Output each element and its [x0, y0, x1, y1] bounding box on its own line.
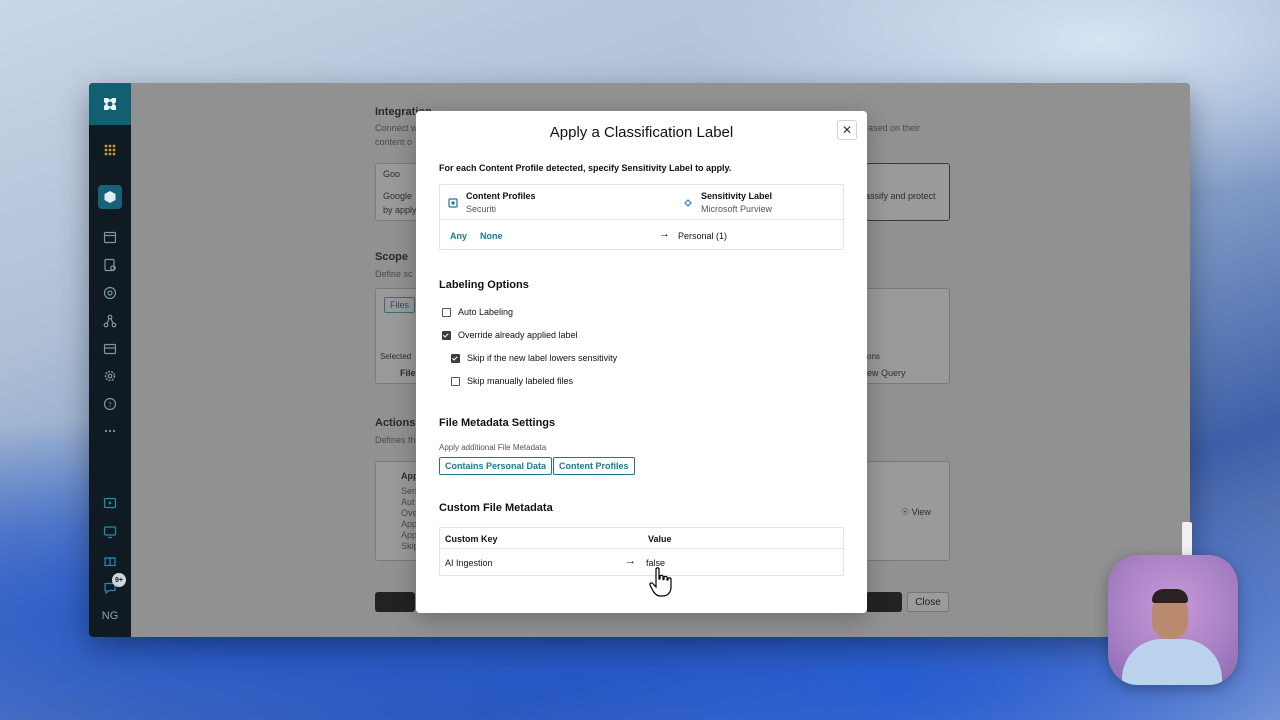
table-divider — [440, 219, 843, 220]
override-label-label: Override already applied label — [458, 330, 578, 340]
auto-labeling-checkbox[interactable] — [442, 307, 451, 317]
custom-key-header: Custom Key — [445, 534, 498, 544]
svg-text:?: ? — [108, 401, 112, 409]
integration-subtitle-2: content o — [375, 137, 413, 147]
skip-manual-option[interactable]: Skip manually labeled files — [451, 376, 573, 386]
skip-lowers-label: Skip if the new label lowers sensitivity — [467, 353, 618, 363]
profile-label-mapping-table: Content Profiles Securiti Sensitivity La… — [439, 184, 844, 250]
scope-title: Scope — [375, 251, 409, 263]
graph-nodes-icon[interactable] — [100, 311, 120, 331]
actions-subtitle: Defines th — [375, 435, 416, 445]
none-tag[interactable]: None — [480, 231, 503, 241]
classification-label-dialog: Apply a Classification Label ✕ For each … — [416, 111, 867, 613]
primary-action-button[interactable] — [375, 592, 415, 612]
skip-manual-label: Skip manually labeled files — [467, 376, 574, 386]
custom-metadata-header-row — [440, 528, 843, 549]
labeling-options-title: Labeling Options — [439, 279, 529, 291]
privacy-icon[interactable] — [100, 283, 120, 303]
calendar-icon[interactable] — [100, 227, 120, 247]
actions-view-label: View — [911, 507, 931, 517]
actions-line-2: Aut — [401, 497, 415, 507]
monitor-icon[interactable] — [100, 522, 120, 542]
file-metadata-subtitle: Apply additional File Metadata — [439, 443, 547, 452]
auto-labeling-option[interactable]: Auto Labeling — [442, 307, 513, 317]
override-label-checkbox[interactable] — [442, 330, 451, 340]
document-check-icon[interactable] — [100, 255, 120, 275]
content-profiles-header: Content Profiles — [466, 191, 536, 201]
auto-labeling-label: Auto Labeling — [458, 307, 514, 317]
presenter-body — [1122, 639, 1222, 685]
integration-card-line2: by apply — [383, 205, 417, 215]
custom-metadata-title: Custom File Metadata — [439, 502, 553, 514]
help-icon[interactable]: ? — [100, 394, 120, 414]
integration-card-right-text: assify and protect — [865, 191, 936, 201]
left-nav-rail: ? 9+ NG — [89, 83, 131, 637]
sensitivity-label-header: Sensitivity Label — [701, 191, 773, 201]
contains-personal-data-chip[interactable]: Contains Personal Data — [439, 457, 553, 475]
actions-title: Actions — [375, 417, 416, 429]
skip-lowers-option[interactable]: Skip if the new label lowers sensitivity — [451, 353, 617, 363]
scope-file-label: File — [400, 368, 416, 378]
custom-key-cell[interactable]: AI Ingestion — [445, 558, 493, 568]
integration-subtitle-right: ased on their — [868, 123, 921, 133]
integration-card-title: Goo — [383, 169, 401, 179]
sensitivity-label-source: Microsoft Purview — [701, 204, 773, 214]
integration-subtitle: Connect w — [375, 123, 418, 133]
scope-subtitle: Define sc — [375, 269, 413, 279]
close-button[interactable]: Close — [907, 592, 949, 612]
content-profiles-chip[interactable]: Content Profiles — [553, 457, 635, 475]
scope-files-chip[interactable]: Files — [384, 297, 416, 313]
hand-pointer-icon — [649, 567, 672, 597]
card-icon[interactable] — [100, 339, 120, 359]
skip-manual-checkbox[interactable] — [451, 376, 460, 386]
gift-icon[interactable] — [100, 550, 120, 570]
any-tag[interactable]: Any — [450, 231, 467, 241]
scope-selected-label: Selected — [380, 352, 412, 361]
override-label-option[interactable]: Override already applied label — [442, 330, 578, 340]
data-command-icon[interactable] — [98, 185, 122, 209]
integration-card-line1: Google — [383, 191, 413, 201]
eye-icon: ☉ — [901, 507, 912, 517]
webcam-overlay — [1108, 555, 1238, 685]
dialog-intro: For each Content Profile detected, speci… — [439, 163, 732, 173]
arrow-right-icon: → — [625, 555, 636, 567]
skip-lowers-checkbox[interactable] — [451, 353, 460, 363]
settings-gear-icon[interactable] — [100, 366, 120, 386]
dialog-close-icon[interactable]: ✕ — [837, 120, 857, 140]
file-metadata-title: File Metadata Settings — [439, 417, 556, 429]
actions-view-link[interactable]: ☉ View — [901, 507, 931, 518]
securiti-icon — [448, 198, 458, 208]
video-play-icon[interactable] — [100, 493, 120, 513]
apps-grid-icon[interactable] — [100, 140, 120, 160]
notification-badge: 9+ — [112, 573, 126, 587]
app-logo-icon[interactable] — [89, 83, 131, 125]
content-profiles-source: Securiti — [466, 204, 497, 214]
actions-line-5: App — [401, 530, 418, 540]
user-avatar[interactable]: NG — [97, 605, 123, 627]
actions-line-1: Sen — [401, 486, 418, 496]
value-header: Value — [648, 534, 672, 544]
view-query-link[interactable]: iew Query — [865, 368, 906, 378]
arrow-right-icon: → — [659, 228, 670, 240]
actions-line-4: App — [401, 519, 418, 529]
purview-icon — [684, 199, 692, 207]
sensitivity-label-value[interactable]: Personal (1) — [678, 231, 727, 241]
custom-metadata-table: Custom Key Value AI Ingestion → false — [439, 527, 844, 576]
presenter-hair — [1152, 589, 1188, 603]
more-icon[interactable] — [100, 421, 120, 441]
primary-action-button-right[interactable] — [866, 592, 902, 612]
side-panel-tab[interactable] — [1182, 522, 1192, 556]
dialog-title: Apply a Classification Label — [549, 124, 734, 141]
